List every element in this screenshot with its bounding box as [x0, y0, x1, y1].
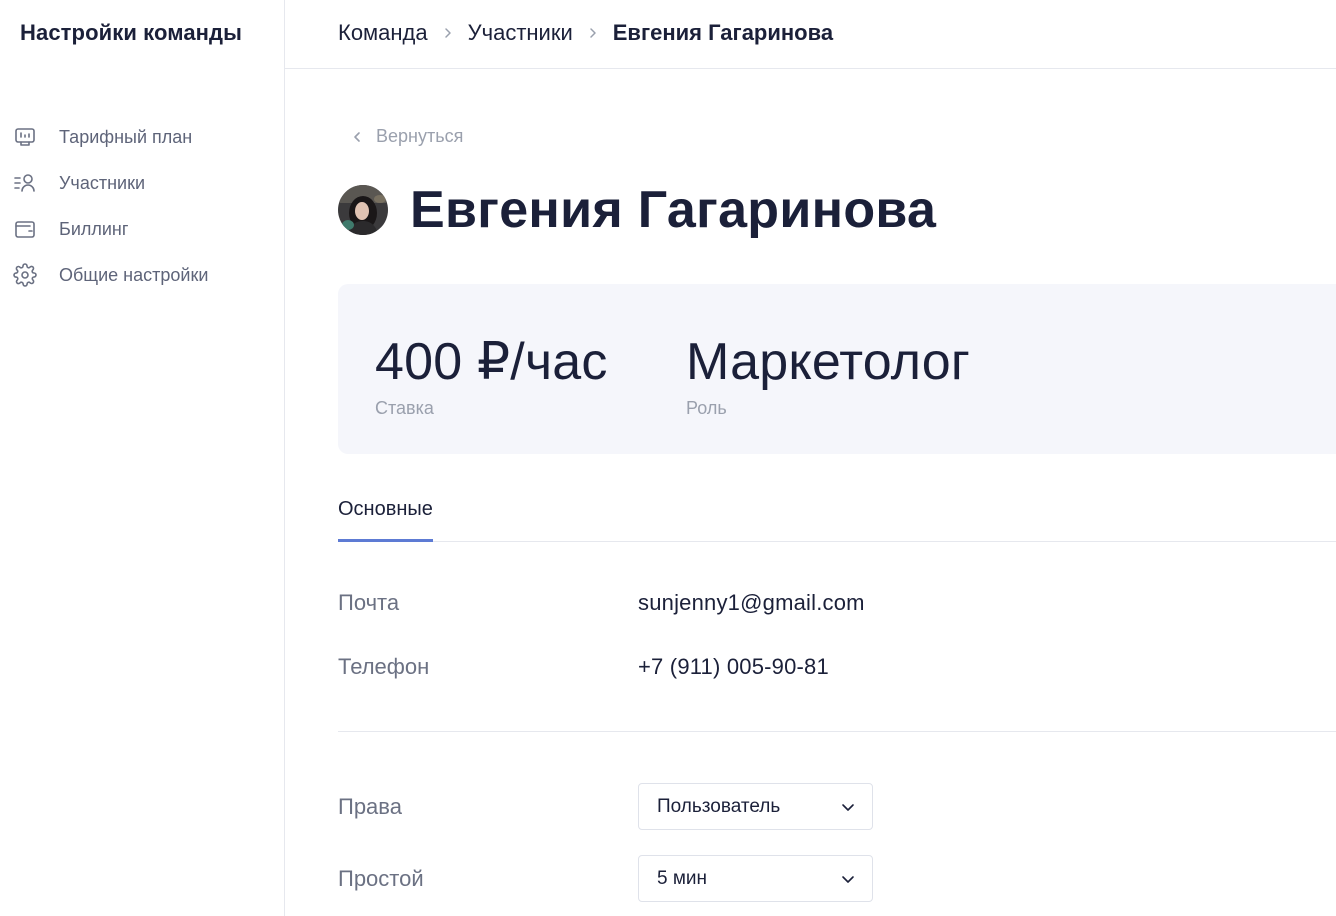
chevron-right-icon — [587, 27, 599, 39]
stat-role-value: Маркетолог — [686, 333, 971, 391]
sidebar-nav: Тарифный план Участники Биллинг Общие на… — [0, 114, 284, 298]
email-label: Почта — [338, 590, 400, 615]
chevron-down-icon — [840, 799, 856, 815]
stat-rate-value: 400 ₽/час — [375, 333, 608, 391]
phone-value: +7 (911) 005-90-81 — [638, 654, 829, 679]
idle-row: Простой 5 мин — [338, 855, 873, 902]
back-label: Вернуться — [376, 126, 464, 146]
chevron-left-icon — [350, 130, 364, 144]
phone-label: Телефон — [338, 654, 430, 679]
members-icon — [12, 170, 38, 196]
sidebar-item-billing[interactable]: Биллинг — [0, 206, 284, 252]
rights-label: Права — [338, 793, 402, 819]
sidebar-item-label: Тарифный план — [59, 126, 193, 147]
chevron-down-icon — [840, 871, 856, 887]
email-row: Почта sunjenny1@gmail.com — [338, 590, 865, 616]
pricing-plan-icon — [12, 124, 38, 150]
phone-row: Телефон +7 (911) 005-90-81 — [338, 654, 829, 680]
stats-panel: 400 ₽/час Ставка Маркетолог Роль — [338, 284, 1336, 454]
section-divider — [338, 731, 1336, 732]
rights-row: Права Пользователь — [338, 783, 873, 830]
sidebar-item-label: Биллинг — [59, 218, 129, 239]
sidebar-item-general-settings[interactable]: Общие настройки — [0, 252, 284, 298]
tabs: Основные — [338, 490, 1336, 542]
page-title: Евгения Гагаринова — [410, 181, 937, 239]
rights-select[interactable]: Пользователь — [638, 783, 873, 830]
email-value: sunjenny1@gmail.com — [638, 590, 865, 615]
avatar — [338, 185, 388, 235]
rights-select-value: Пользователь — [657, 795, 781, 817]
wallet-icon — [12, 216, 38, 242]
tab-main[interactable]: Основные — [338, 498, 433, 542]
idle-select-value: 5 мин — [657, 867, 708, 889]
sidebar: Настройки команды Тарифный план Участник — [0, 0, 285, 916]
breadcrumb-current: Евгения Гагаринова — [612, 20, 834, 45]
idle-select[interactable]: 5 мин — [638, 855, 873, 902]
breadcrumb-members[interactable]: Участники — [468, 20, 573, 46]
sidebar-item-label: Общие настройки — [59, 264, 209, 285]
stat-rate: 400 ₽/час Ставка — [375, 334, 608, 419]
gear-icon — [12, 262, 38, 288]
stat-role-label: Роль — [686, 398, 727, 418]
back-link[interactable]: Вернуться — [350, 126, 463, 147]
sidebar-item-pricing-plan[interactable]: Тарифный план — [0, 114, 284, 160]
sidebar-item-label: Участники — [59, 172, 145, 193]
sidebar-title: Настройки команды — [20, 20, 243, 45]
chevron-right-icon — [442, 27, 454, 39]
breadcrumb-team[interactable]: Команда — [338, 20, 428, 46]
breadcrumb: Команда Участники Евгения Гагаринова — [338, 20, 833, 46]
top-bar: Команда Участники Евгения Гагаринова — [285, 0, 1336, 69]
stat-rate-label: Ставка — [375, 398, 434, 418]
sidebar-item-members[interactable]: Участники — [0, 160, 284, 206]
stat-role: Маркетолог Роль — [686, 334, 970, 419]
idle-label: Простой — [338, 865, 424, 891]
